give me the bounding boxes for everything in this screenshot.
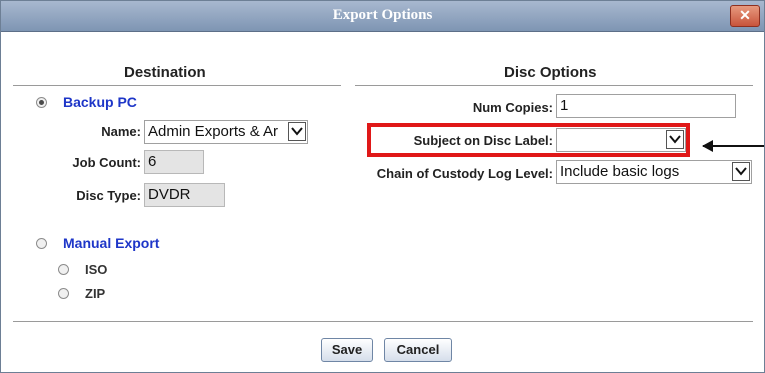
destination-divider — [13, 85, 341, 86]
close-button[interactable]: ✕ — [730, 5, 760, 27]
close-icon: ✕ — [739, 7, 751, 23]
footer-divider — [13, 321, 753, 322]
zip-label[interactable]: ZIP — [85, 286, 105, 301]
num-copies-input[interactable]: 1 — [556, 94, 736, 118]
manual-export-radio[interactable] — [36, 238, 47, 249]
num-copies-label: Num Copies: — [472, 100, 553, 115]
title-bar[interactable]: Export Options ✕ — [1, 1, 764, 32]
manual-export-label[interactable]: Manual Export — [63, 235, 159, 251]
name-select[interactable]: Admin Exports & Ar — [144, 120, 308, 144]
export-options-dialog: Export Options ✕ Destination Backup PC N… — [0, 0, 765, 373]
job-count-label: Job Count: — [72, 155, 141, 170]
custody-select[interactable]: Include basic logs — [556, 160, 752, 184]
cancel-button[interactable]: Cancel — [384, 338, 452, 362]
disc-options-divider — [355, 85, 753, 86]
disc-options-heading: Disc Options — [504, 64, 597, 81]
save-button[interactable]: Save — [321, 338, 373, 362]
name-label: Name: — [101, 124, 141, 139]
chevron-down-icon[interactable] — [288, 122, 306, 141]
custody-select-value: Include basic logs — [560, 163, 680, 180]
iso-label[interactable]: ISO — [85, 262, 107, 277]
backup-pc-radio[interactable] — [36, 97, 47, 108]
chevron-down-icon[interactable] — [732, 162, 750, 181]
custody-label: Chain of Custody Log Level: — [376, 166, 553, 181]
highlight-box — [367, 123, 690, 157]
zip-radio[interactable] — [58, 288, 69, 299]
job-count-field: 6 — [144, 150, 204, 174]
disc-type-field: DVDR — [144, 183, 225, 207]
disc-type-label: Disc Type: — [76, 188, 141, 203]
pointer-arrow-icon — [701, 139, 765, 158]
dialog-title: Export Options — [332, 7, 433, 23]
destination-heading: Destination — [124, 64, 206, 81]
backup-pc-label[interactable]: Backup PC — [63, 94, 137, 110]
name-select-value: Admin Exports & Ar — [148, 123, 279, 140]
iso-radio[interactable] — [58, 264, 69, 275]
